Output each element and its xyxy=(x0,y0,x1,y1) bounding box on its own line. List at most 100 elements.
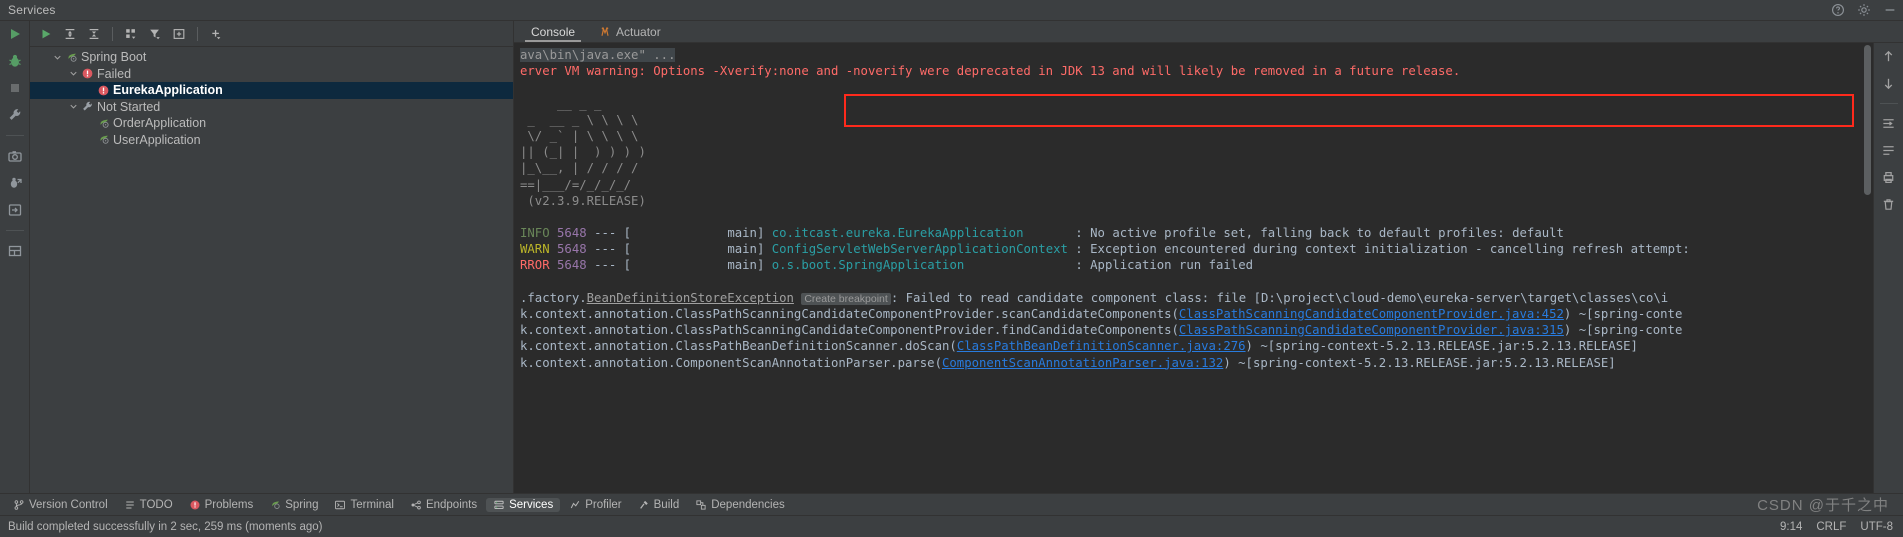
create-breakpoint-badge[interactable]: Create breakpoint xyxy=(801,292,891,305)
plus-icon[interactable] xyxy=(206,24,226,44)
chevron-down-icon[interactable] xyxy=(52,52,63,63)
tool-window-button-label: Profiler xyxy=(585,498,622,511)
wrench-icon xyxy=(81,100,94,113)
tree-node-failed[interactable]: Failed xyxy=(30,66,513,83)
caret-position[interactable]: 9:14 xyxy=(1780,521,1802,533)
new-window-icon[interactable] xyxy=(169,24,189,44)
title-bar: Services xyxy=(0,0,1903,21)
stack-link[interactable]: ClassPathScanningCandidateComponentProvi… xyxy=(1179,323,1564,337)
tool-window-button-label: Dependencies xyxy=(711,498,785,511)
tool-window-button-todo[interactable]: TODO xyxy=(117,498,180,512)
console-banner-row-1: _ __ _ \ \ \ \ xyxy=(520,112,1873,128)
console-tab-bar: Console Actuator xyxy=(514,21,1903,43)
log-colon: : xyxy=(1067,242,1083,257)
stack-prefix: .factory. xyxy=(520,290,587,305)
stop-square-icon[interactable] xyxy=(7,80,23,96)
console-command-row: ava\bin\java.exe" ... xyxy=(520,47,1873,63)
hide-icon[interactable] xyxy=(1883,3,1897,17)
tool-window-button-terminal[interactable]: Terminal xyxy=(327,498,400,512)
tree-node-label: OrderApplication xyxy=(113,116,207,131)
tool-window-button-endpoints[interactable]: Endpoints xyxy=(403,498,484,512)
log-level: WARN xyxy=(520,242,550,257)
stack-link[interactable]: ComponentScanAnnotationParser.java:132 xyxy=(942,356,1223,370)
chevron-down-icon[interactable] xyxy=(68,68,79,79)
stack-link[interactable]: ClassPathScanningCandidateComponentProvi… xyxy=(1179,307,1564,321)
tool-window-button-services[interactable]: Services xyxy=(486,497,561,512)
camera-icon[interactable] xyxy=(7,148,23,164)
tool-window-button-build[interactable]: Build xyxy=(631,498,687,512)
stack-link[interactable]: ClassPathBeanDefinitionScanner.java:276 xyxy=(957,339,1246,353)
run-play-icon[interactable] xyxy=(36,24,56,44)
log-thread: main] xyxy=(631,242,765,257)
console-blank-2 xyxy=(520,209,1873,225)
services-tree[interactable]: Spring Boot Failed EurekaApplication Not St… xyxy=(30,47,513,493)
stack-link[interactable]: BeanDefinitionStoreException xyxy=(587,291,794,305)
file-encoding[interactable]: UTF-8 xyxy=(1860,521,1893,533)
log-message: Exception encountered during context ini… xyxy=(1090,242,1690,257)
layout-grid-icon[interactable] xyxy=(7,243,23,259)
console-command-line: ava\bin\java.exe" ... xyxy=(520,48,676,62)
console-blank-3 xyxy=(520,274,1873,290)
tool-window-button-label: Version Control xyxy=(29,498,108,511)
collapse-all-icon[interactable] xyxy=(84,24,104,44)
wrench-icon[interactable] xyxy=(7,107,23,123)
soft-wrap-icon[interactable] xyxy=(1881,116,1896,131)
console-gutter-actions xyxy=(1873,43,1903,493)
stack-rest: ) ~[spring-conte xyxy=(1563,307,1683,321)
log-level: RROR xyxy=(520,258,550,273)
console-scrollbar[interactable] xyxy=(1863,43,1872,493)
console-pane: Console Actuator ava\bin\java.exe" ... er… xyxy=(514,21,1903,493)
scroll-up-icon[interactable] xyxy=(1881,49,1896,64)
filter-icon[interactable] xyxy=(145,24,165,44)
tool-window-button-label: Build xyxy=(653,498,680,511)
dependencies-icon xyxy=(695,499,707,511)
line-separator[interactable]: CRLF xyxy=(1816,521,1846,533)
help-icon[interactable] xyxy=(1831,3,1845,17)
tree-node-orderapplication[interactable]: OrderApplication xyxy=(30,115,513,132)
console-vm-warning: erver VM warning: Options -Xverify:none … xyxy=(520,64,1461,79)
tool-window-button-spring[interactable]: Spring xyxy=(262,498,325,512)
status-bar-right: 9:14 CRLF UTF-8 xyxy=(1780,516,1893,537)
run-controls-strip xyxy=(0,21,30,493)
expand-all-icon[interactable] xyxy=(60,24,80,44)
clear-all-icon[interactable] xyxy=(1881,197,1896,212)
bug-icon[interactable] xyxy=(7,53,23,69)
tree-node-userapplication[interactable]: UserApplication xyxy=(30,132,513,149)
status-message: Build completed successfully in 2 sec, 2… xyxy=(8,520,323,533)
actuator-icon xyxy=(599,26,611,38)
console-output[interactable]: ava\bin\java.exe" ... erver VM warning: O… xyxy=(514,43,1873,493)
services-tree-toolbar xyxy=(30,21,513,47)
console-stack-row-2: k.context.annotation.ClassPathScanningCa… xyxy=(520,322,1873,338)
tab-console[interactable]: Console xyxy=(519,21,587,42)
print-icon[interactable] xyxy=(1881,170,1896,185)
tree-node-eurekaapplication[interactable]: EurekaApplication xyxy=(30,82,513,99)
scrollbar-thumb[interactable] xyxy=(1864,45,1871,195)
branch-icon xyxy=(13,499,25,511)
settings-gear-icon[interactable] xyxy=(1857,3,1871,17)
tool-window-button-problems[interactable]: Problems xyxy=(182,498,261,512)
scroll-to-end-icon[interactable] xyxy=(1881,143,1896,158)
profiler-icon xyxy=(569,499,581,511)
tree-node-label: EurekaApplication xyxy=(113,83,223,98)
tool-window-button-version-control[interactable]: Version Control xyxy=(6,498,115,512)
tab-actuator[interactable]: Actuator xyxy=(587,21,673,42)
tree-node-not-started[interactable]: Not Started xyxy=(30,99,513,116)
console-output-wrapper: ava\bin\java.exe" ... erver VM warning: O… xyxy=(514,43,1903,493)
gutter-divider xyxy=(1879,103,1898,104)
console-banner-row-6: (v2.3.9.RELEASE) xyxy=(520,193,1873,209)
export-icon[interactable] xyxy=(7,202,23,218)
chevron-down-icon[interactable] xyxy=(68,101,79,112)
thread-dump-icon[interactable] xyxy=(7,175,23,191)
tool-window-button-profiler[interactable]: Profiler xyxy=(562,498,628,512)
spring-leaf-icon xyxy=(65,51,78,64)
group-icon[interactable] xyxy=(121,24,141,44)
scroll-down-icon[interactable] xyxy=(1881,76,1896,91)
console-log-row-0: INFO 5648 --- [ main] co.itcast.eureka.E… xyxy=(520,225,1873,241)
rerun-icon[interactable] xyxy=(7,26,23,42)
log-level: INFO xyxy=(520,226,550,241)
spring-banner-line: || (_| | ) ) ) ) xyxy=(520,145,646,160)
tool-window-button-dependencies[interactable]: Dependencies xyxy=(688,498,792,512)
tree-node-spring-boot[interactable]: Spring Boot xyxy=(30,49,513,66)
page-title: Services xyxy=(8,3,56,17)
